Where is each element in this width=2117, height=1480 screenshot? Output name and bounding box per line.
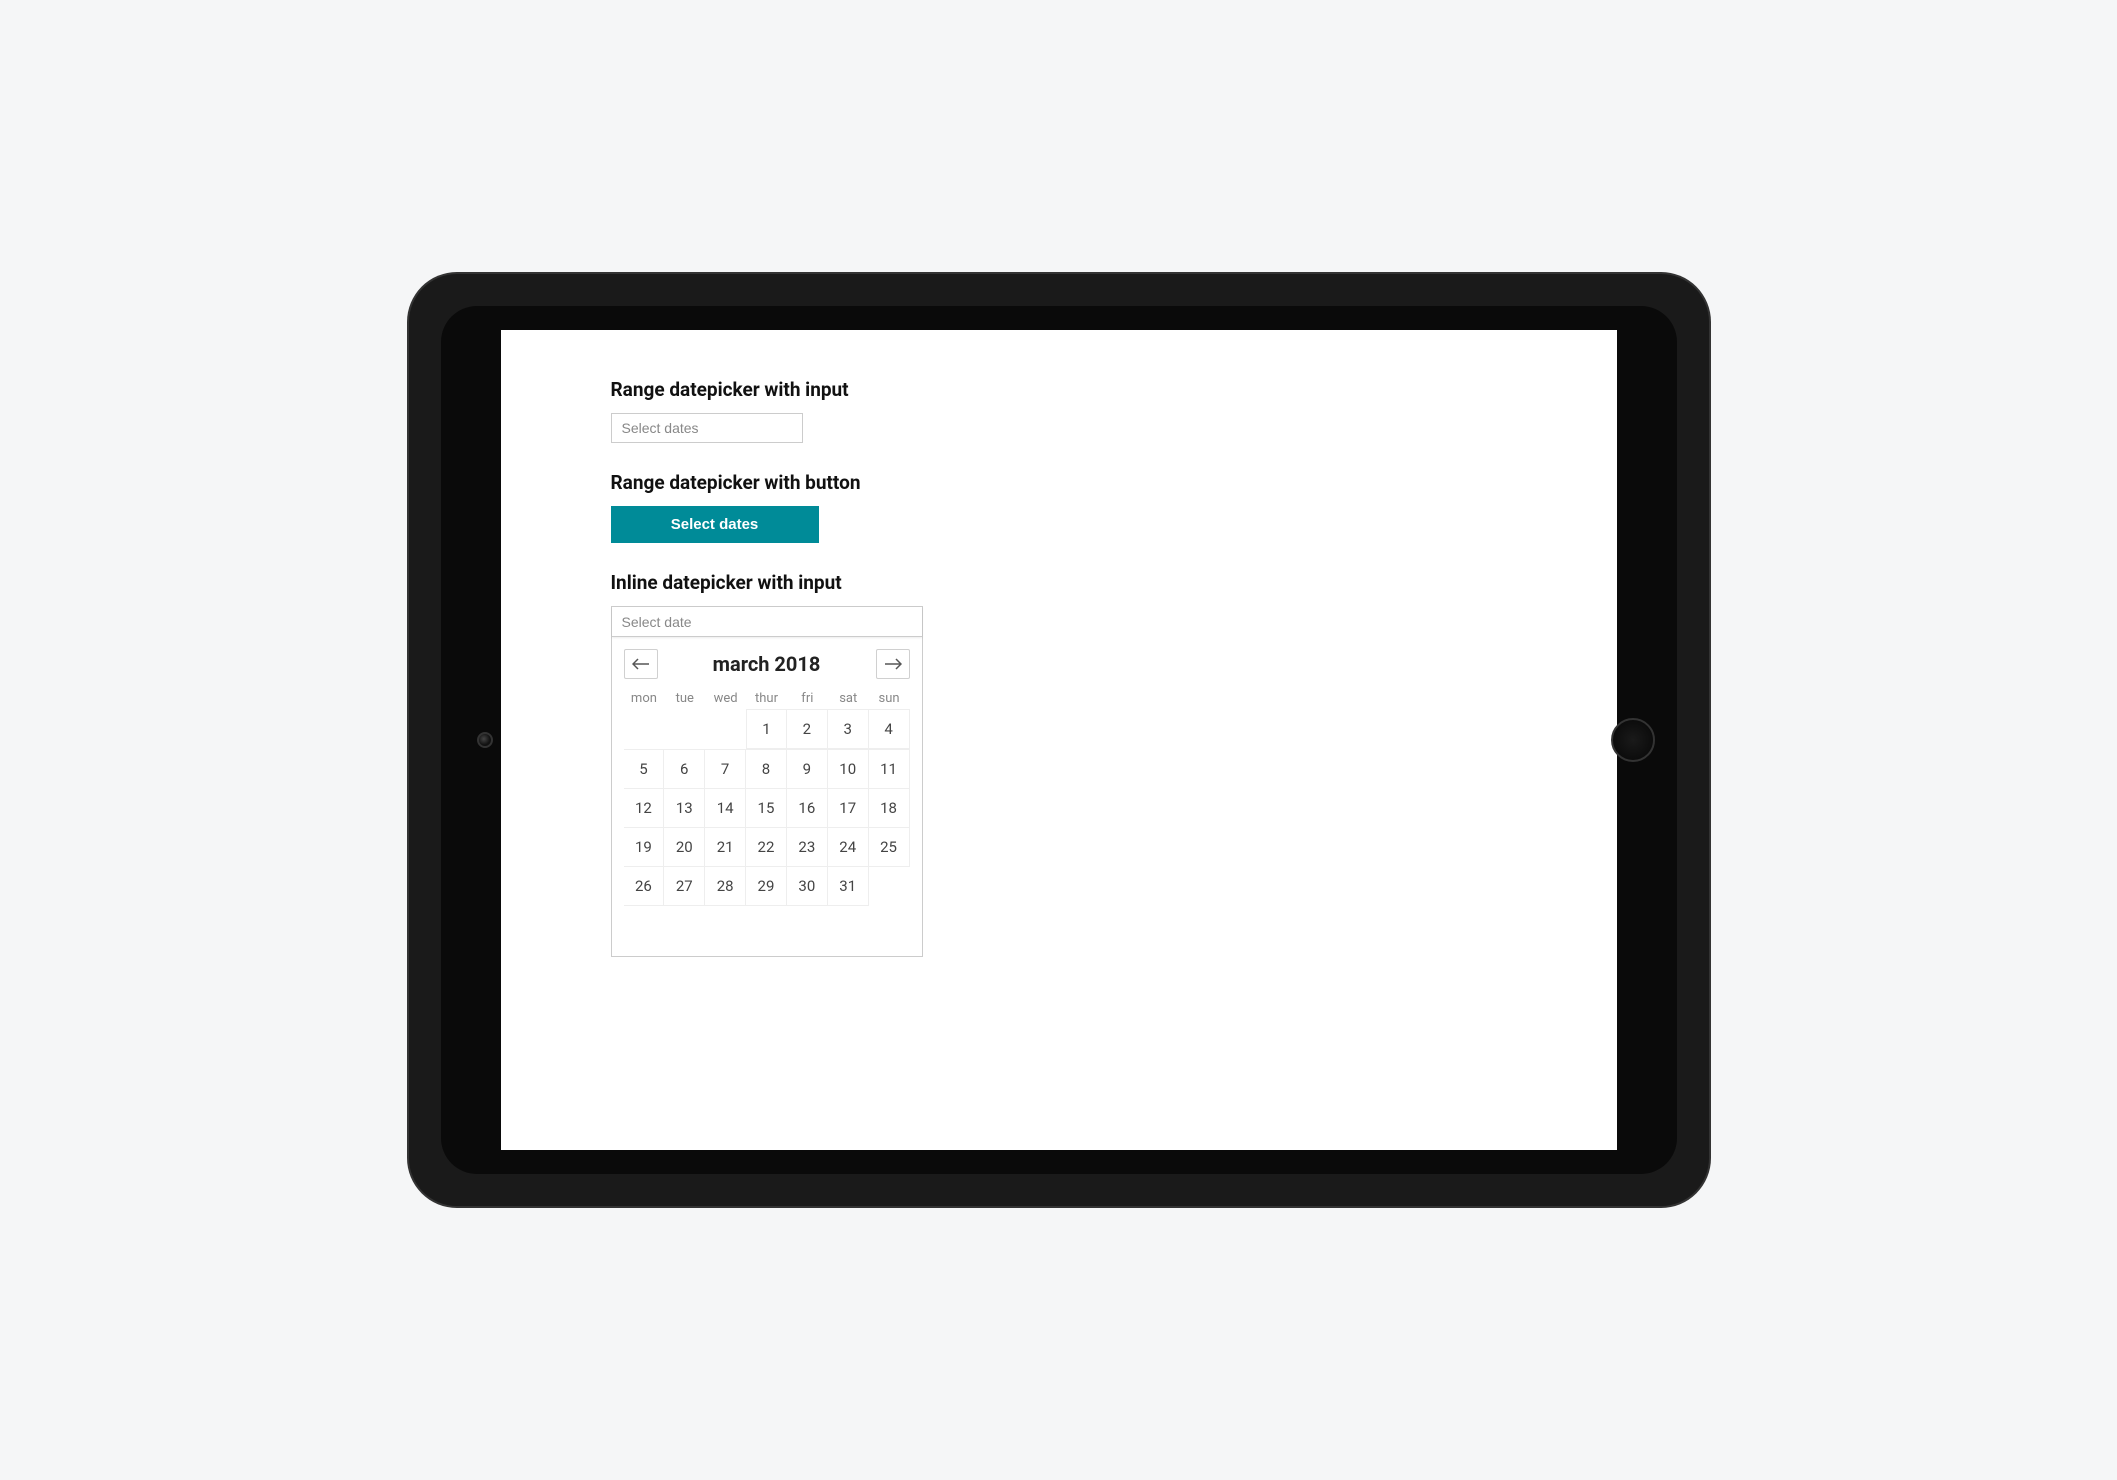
calendar-day[interactable]: 29 [746, 866, 787, 906]
dow-label: wed [705, 691, 746, 706]
section-title: Range datepicker with input [611, 378, 1507, 401]
home-button[interactable] [1611, 718, 1655, 762]
calendar-day[interactable]: 19 [624, 827, 665, 867]
calendar-day[interactable]: 9 [787, 749, 828, 789]
calendar-day[interactable]: 11 [869, 749, 910, 789]
dow-label: tue [664, 691, 705, 706]
calendar-day-blank [664, 710, 705, 750]
range-date-input[interactable] [611, 413, 803, 443]
calendar-day[interactable]: 21 [705, 827, 746, 867]
calendar-day[interactable]: 7 [705, 749, 746, 789]
calendar-day[interactable]: 3 [828, 709, 869, 749]
calendar-day[interactable]: 28 [705, 866, 746, 906]
select-dates-button[interactable]: Select dates [611, 506, 819, 543]
calendar-day[interactable]: 25 [869, 827, 910, 867]
app-screen: Range datepicker with input Range datepi… [501, 330, 1617, 1150]
calendar-day[interactable]: 4 [869, 709, 910, 749]
calendar-day-blank [624, 710, 665, 750]
tablet-device-frame: Range datepicker with input Range datepi… [409, 274, 1709, 1206]
calendar-day-blank [705, 710, 746, 750]
calendar-day[interactable]: 16 [787, 788, 828, 828]
calendar-day[interactable]: 2 [787, 709, 828, 749]
calendar-month-label: march 2018 [713, 652, 821, 676]
calendar-day[interactable]: 14 [705, 788, 746, 828]
calendar-day[interactable]: 30 [787, 866, 828, 906]
calendar-day[interactable]: 31 [828, 866, 869, 906]
arrow-left-icon [632, 658, 650, 670]
section-title: Inline datepicker with input [611, 571, 1507, 594]
inline-date-input[interactable] [612, 607, 922, 637]
calendar-day[interactable]: 24 [828, 827, 869, 867]
inline-datepicker: march 2018 mon tue wed [611, 606, 923, 957]
calendar-header: march 2018 [624, 649, 910, 679]
tablet-bezel: Range datepicker with input Range datepi… [441, 306, 1677, 1174]
day-of-week-row: mon tue wed thur fri sat sun [624, 685, 910, 710]
range-datepicker-input-section: Range datepicker with input [611, 378, 1507, 443]
dow-label: thur [746, 691, 787, 706]
section-title: Range datepicker with button [611, 471, 1507, 494]
calendar-day[interactable]: 10 [828, 749, 869, 789]
calendar-day[interactable]: 6 [664, 749, 705, 789]
calendar-day[interactable]: 23 [787, 827, 828, 867]
calendar-day[interactable]: 12 [624, 788, 665, 828]
calendar-day[interactable]: 13 [664, 788, 705, 828]
camera-icon [477, 732, 493, 748]
calendar-day[interactable]: 22 [746, 827, 787, 867]
calendar-day[interactable]: 1 [746, 709, 787, 749]
calendar-days-grid: 1234567891011121314151617181920212223242… [624, 710, 910, 906]
range-datepicker-button-section: Range datepicker with button Select date… [611, 471, 1507, 543]
calendar-day[interactable]: 8 [746, 749, 787, 789]
calendar-day[interactable]: 18 [869, 788, 910, 828]
dow-label: sat [828, 691, 869, 706]
calendar-day[interactable]: 27 [664, 866, 705, 906]
calendar-day[interactable]: 17 [828, 788, 869, 828]
next-month-button[interactable] [876, 649, 910, 679]
calendar: march 2018 mon tue wed [612, 637, 922, 956]
calendar-day[interactable]: 5 [624, 749, 665, 789]
calendar-day[interactable]: 15 [746, 788, 787, 828]
inline-datepicker-section: Inline datepicker with input march 2018 [611, 571, 1507, 957]
dow-label: mon [624, 691, 665, 706]
dow-label: sun [869, 691, 910, 706]
arrow-right-icon [884, 658, 902, 670]
dow-label: fri [787, 691, 828, 706]
calendar-day[interactable]: 26 [624, 866, 665, 906]
calendar-day[interactable]: 20 [664, 827, 705, 867]
prev-month-button[interactable] [624, 649, 658, 679]
